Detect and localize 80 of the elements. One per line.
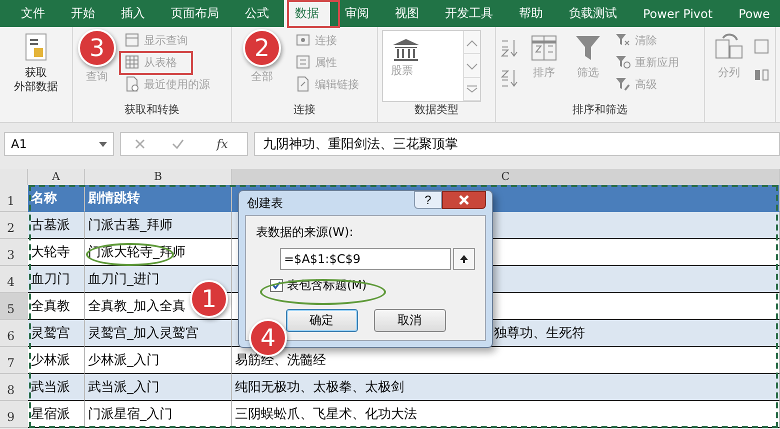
- bank-icon: [391, 37, 421, 63]
- table-cell: 三阴蜈蚣爪、飞星术、化功大法: [232, 401, 780, 428]
- dialog-title: 创建表: [247, 194, 283, 212]
- ribbon-icon: [615, 32, 631, 48]
- column-header[interactable]: A: [28, 169, 85, 185]
- ribbon-tab[interactable]: 负载测试: [558, 0, 628, 27]
- table-cell: 全真教: [28, 293, 85, 320]
- row-header[interactable]: 4: [0, 266, 28, 293]
- ribbon-tab[interactable]: 插入: [110, 0, 156, 27]
- ribbon-button[interactable]: 获取 外部数据: [10, 30, 62, 102]
- ribbon-tab[interactable]: 开发工具: [434, 0, 504, 27]
- table-cell: 少林派: [28, 347, 85, 374]
- table-cell: 武当派_入门: [85, 374, 232, 401]
- ribbon-tab[interactable]: Powe: [728, 0, 780, 27]
- field-label: 表数据的来源(W):: [256, 224, 354, 241]
- ribbon-icon: [615, 54, 631, 70]
- table-cell: 剧情跳转: [85, 185, 232, 212]
- highlight-frame: [287, 0, 340, 28]
- arrow-up-icon: [459, 254, 469, 264]
- ribbon-tab[interactable]: 文件: [10, 0, 56, 27]
- insert-function-button[interactable]: fx: [210, 136, 234, 152]
- column-header[interactable]: C: [232, 169, 780, 185]
- row-header[interactable]: 7: [0, 347, 28, 374]
- range-field[interactable]: =$A$1:$C$9: [280, 248, 451, 270]
- close-button[interactable]: [442, 191, 486, 209]
- group-label: 获取和转换: [124, 103, 180, 116]
- table-cell: 大轮寺: [28, 239, 85, 266]
- ribbon-icon: [124, 76, 140, 92]
- ribbon-tab[interactable]: 视图: [384, 0, 430, 27]
- scroll-down-button[interactable]: [464, 54, 480, 78]
- table-cell: 武当派: [28, 374, 85, 401]
- table-cell: 星宿派: [28, 401, 85, 428]
- expand-icon: [466, 85, 478, 94]
- group-label: 连接: [294, 103, 316, 116]
- column-header[interactable]: B: [85, 169, 232, 185]
- row-header[interactable]: 3: [0, 239, 28, 266]
- table-cell: 门派星宿_入门: [85, 401, 232, 428]
- close-icon: [459, 195, 469, 205]
- ribbon-tab[interactable]: 开始: [60, 0, 106, 27]
- ribbon-tab[interactable]: 帮助: [508, 0, 554, 27]
- row-header[interactable]: 9: [0, 401, 28, 428]
- dropdown-icon: [99, 142, 107, 146]
- table-cell: 血刀门: [28, 266, 85, 293]
- ribbon-icon: [295, 32, 311, 48]
- chevron-down-icon: [466, 62, 478, 70]
- more-button[interactable]: [464, 78, 480, 101]
- row-header[interactable]: 2: [0, 212, 28, 239]
- name-box[interactable]: A1: [4, 132, 114, 156]
- ribbon-tab[interactable]: 审阅: [334, 0, 380, 27]
- ribbon-tab[interactable]: 页面布局: [160, 0, 230, 27]
- ribbon-icon: [615, 76, 631, 92]
- ribbon-icon: [124, 32, 140, 48]
- row-header[interactable]: 5: [0, 293, 28, 320]
- table-cell: 纯阳无极功、太极拳、太极剑: [232, 374, 780, 401]
- table-cell: 少林派_入门: [85, 347, 232, 374]
- dialog-button[interactable]: 取消: [374, 309, 446, 332]
- ribbon-tab[interactable]: Power Pivot: [632, 0, 724, 27]
- check-icon: [271, 280, 282, 291]
- table-cell: 名称: [28, 185, 85, 212]
- ribbon-icon: [295, 54, 311, 70]
- dialog-button[interactable]: 确定: [286, 309, 358, 332]
- row-header[interactable]: 1: [0, 185, 28, 212]
- ribbon-tab[interactable]: 公式: [234, 0, 280, 27]
- table-cell: 灵鹫宫_加入灵鹫宫: [85, 320, 232, 347]
- group-label: 数据类型: [414, 103, 458, 116]
- help-button[interactable]: ?: [414, 191, 442, 209]
- row-header[interactable]: 8: [0, 374, 28, 401]
- table-cell: 灵鹫宫: [28, 320, 85, 347]
- collapse-button[interactable]: [453, 248, 475, 270]
- table-cell: 门派古墓_拜师: [85, 212, 232, 239]
- group-label: 排序和筛选: [572, 103, 628, 116]
- ribbon-icon: [124, 54, 140, 70]
- enter-button[interactable]: [172, 138, 184, 150]
- ribbon-icon: [295, 76, 311, 92]
- formula-field[interactable]: 九阴神功、重阳剑法、三花聚顶掌: [254, 132, 780, 156]
- row-header[interactable]: 6: [0, 320, 28, 347]
- cancel-button[interactable]: [134, 138, 146, 150]
- scroll-up-button[interactable]: [464, 31, 480, 54]
- table-cell: 古墓派: [28, 212, 85, 239]
- chevron-up-icon: [466, 38, 478, 47]
